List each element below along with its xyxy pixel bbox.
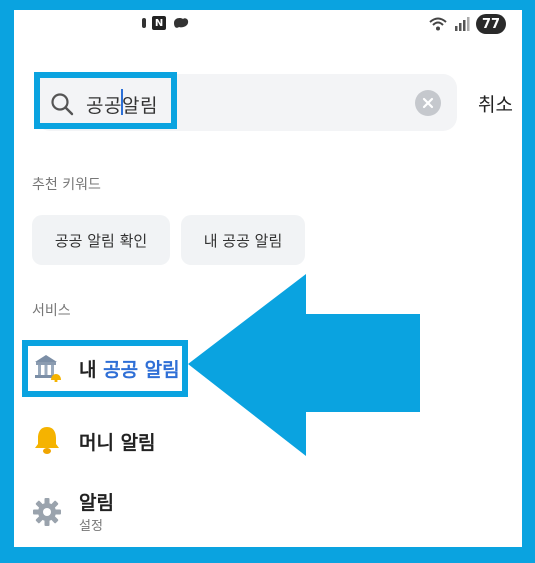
chat-app-notification-icon	[174, 18, 189, 28]
battery-level-badge: 77	[476, 14, 506, 34]
recommended-keywords-label: 추천 키워드	[32, 177, 101, 193]
wifi-icon	[429, 17, 447, 31]
search-highlight-box	[34, 72, 177, 129]
status-bar-left: N	[142, 16, 190, 30]
status-dot	[142, 18, 146, 28]
signal-icon	[455, 17, 470, 31]
app-screen: N 77 공공알림 취소 추천 키워드 공공 알림 확인 내 공공 알	[14, 10, 522, 547]
services-label: 서비스	[32, 303, 71, 319]
keyword-chip-my-public-alert[interactable]: 내 공공 알림	[181, 215, 305, 265]
service-title-alert: 알림	[79, 492, 114, 514]
service-highlight-box	[22, 340, 188, 397]
gear-icon	[33, 498, 61, 526]
bell-icon	[35, 427, 59, 454]
status-bar-right: 77	[428, 14, 506, 34]
keyword-chip-public-alert-check[interactable]: 공공 알림 확인	[32, 215, 170, 265]
naver-notification-icon: N	[152, 16, 166, 30]
service-subtitle-settings: 설정	[79, 519, 103, 534]
cancel-button[interactable]: 취소	[478, 90, 513, 117]
service-item-alert-settings[interactable]: 알림 설정	[14, 480, 522, 540]
service-title-money-alert: 머니 알림	[79, 432, 156, 454]
pointer-arrow-annotation	[188, 274, 420, 456]
clear-search-button[interactable]	[415, 90, 441, 116]
close-icon	[422, 97, 434, 109]
